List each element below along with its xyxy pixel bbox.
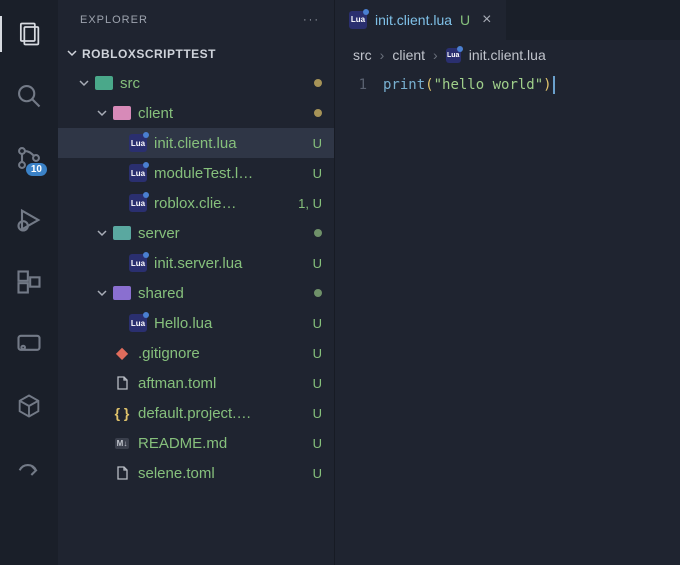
source-control-icon[interactable]: 10 [5, 134, 53, 182]
file-label: default.project.… [138, 405, 307, 422]
lua-icon: Lua [128, 163, 148, 183]
chevron-down-icon [76, 75, 92, 91]
editor: Lua init.client.lua U × src › client › L… [334, 0, 680, 565]
scm-badge: 10 [26, 163, 47, 176]
code-line[interactable]: print("hello world") [383, 74, 555, 96]
file-hello[interactable]: Lua Hello.lua U [58, 308, 334, 338]
chevron-down-icon [94, 285, 110, 301]
breadcrumb-file[interactable]: init.client.lua [469, 47, 546, 63]
folder-client[interactable]: client [58, 98, 334, 128]
code-editor[interactable]: 1 print("hello world") [335, 70, 680, 565]
file-label: init.server.lua [154, 255, 307, 272]
git-status: U [313, 256, 322, 271]
search-icon[interactable] [5, 72, 53, 120]
line-number: 1 [335, 74, 367, 96]
file-selene[interactable]: selene.toml U [58, 458, 334, 488]
lua-icon: Lua [128, 193, 148, 213]
file-icon [112, 373, 132, 393]
file-label: README.md [138, 435, 307, 452]
file-readme[interactable]: M↓ README.md U [58, 428, 334, 458]
folder-label: shared [138, 285, 308, 302]
git-status: U [313, 466, 322, 481]
chevron-right-icon: › [433, 47, 438, 63]
git-status: U [313, 166, 322, 181]
close-icon[interactable]: × [478, 11, 495, 29]
file-aftman[interactable]: aftman.toml U [58, 368, 334, 398]
git-status: U [313, 316, 322, 331]
breadcrumbs[interactable]: src › client › Lua init.client.lua [335, 40, 680, 70]
chevron-down-icon [94, 225, 110, 241]
git-icon: ◆ [112, 343, 132, 363]
file-roblox-client[interactable]: Lua roblox.clie… 1, U [58, 188, 334, 218]
file-label: selene.toml [138, 465, 307, 482]
folder-server[interactable]: server [58, 218, 334, 248]
section-header[interactable]: ROBLOXSCRIPTTEST [58, 40, 334, 68]
file-label: aftman.toml [138, 375, 307, 392]
file-label: Hello.lua [154, 315, 307, 332]
file-icon [112, 463, 132, 483]
debug-icon[interactable] [5, 196, 53, 244]
folder-icon [112, 103, 132, 123]
remote-icon[interactable] [5, 320, 53, 368]
sidebar: EXPLORER ··· ROBLOXSCRIPTTEST src client [58, 0, 334, 565]
line-gutter: 1 [335, 74, 383, 565]
git-status: U [313, 406, 322, 421]
sidebar-header: EXPLORER ··· [58, 0, 334, 40]
status-dot [314, 109, 322, 117]
tab-title: init.client.lua [375, 12, 452, 28]
file-tree: src client Lua init.client.lua U Lua mod… [58, 68, 334, 565]
file-label: moduleTest.l… [154, 165, 307, 182]
extensions-icon[interactable] [5, 258, 53, 306]
section-title: ROBLOXSCRIPTTEST [82, 47, 216, 61]
status-dot [314, 289, 322, 297]
sidebar-title: EXPLORER [80, 14, 148, 26]
folder-label: src [120, 75, 308, 92]
lua-icon: Lua [446, 48, 461, 63]
git-status: 1, U [298, 196, 322, 211]
file-label: init.client.lua [154, 135, 307, 152]
folder-label: client [138, 105, 308, 122]
chevron-down-icon [66, 47, 78, 62]
folder-icon [112, 283, 132, 303]
status-dot [314, 229, 322, 237]
folder-label: server [138, 225, 308, 242]
file-init-server[interactable]: Lua init.server.lua U [58, 248, 334, 278]
markdown-icon: M↓ [112, 433, 132, 453]
more-icon[interactable]: ··· [303, 14, 320, 26]
cube-icon[interactable] [5, 382, 53, 430]
file-gitignore[interactable]: ◆ .gitignore U [58, 338, 334, 368]
chevron-right-icon: › [380, 47, 385, 63]
chevron-down-icon [94, 105, 110, 121]
explorer-icon[interactable] [5, 10, 53, 58]
file-init-client[interactable]: Lua init.client.lua U [58, 128, 334, 158]
folder-shared[interactable]: shared [58, 278, 334, 308]
lua-icon: Lua [349, 11, 367, 29]
git-status: U [313, 136, 322, 151]
json-icon: { } [112, 403, 132, 423]
breadcrumb-src[interactable]: src [353, 47, 372, 63]
cursor [553, 76, 555, 94]
lua-icon: Lua [128, 133, 148, 153]
folder-icon [112, 223, 132, 243]
status-dot [314, 79, 322, 87]
tab-modified: U [460, 12, 470, 28]
file-default-project[interactable]: { } default.project.… U [58, 398, 334, 428]
breadcrumb-client[interactable]: client [392, 47, 425, 63]
git-status: U [313, 436, 322, 451]
file-label: .gitignore [138, 345, 307, 362]
lua-icon: Lua [128, 253, 148, 273]
lua-icon: Lua [128, 313, 148, 333]
share-icon[interactable] [5, 444, 53, 492]
code-content[interactable]: print("hello world") [383, 74, 555, 565]
git-status: U [313, 376, 322, 391]
folder-icon [94, 73, 114, 93]
git-status: U [313, 346, 322, 361]
tab-init-client[interactable]: Lua init.client.lua U × [335, 0, 506, 40]
activity-bar: 10 [0, 0, 58, 565]
tab-bar: Lua init.client.lua U × [335, 0, 680, 40]
file-module-test[interactable]: Lua moduleTest.l… U [58, 158, 334, 188]
file-label: roblox.clie… [154, 195, 292, 212]
folder-src[interactable]: src [58, 68, 334, 98]
